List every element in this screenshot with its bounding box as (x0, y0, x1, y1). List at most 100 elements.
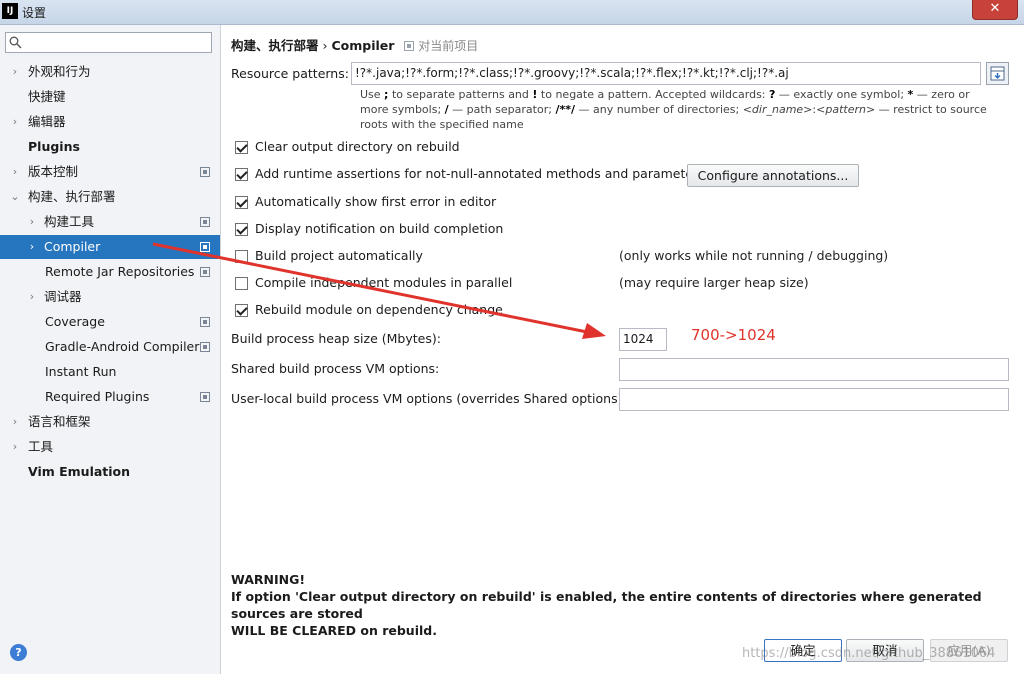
page-title: Compiler (331, 38, 395, 53)
project-scope-icon (404, 41, 415, 51)
clear-output-checkbox[interactable] (235, 141, 248, 154)
close-button[interactable]: ✕ (972, 0, 1018, 20)
warning-text-2: WILL BE CLEARED on rebuild. (231, 623, 437, 638)
project-scope-icon (200, 167, 210, 177)
sidebar-item-compiler[interactable]: › Compiler (0, 235, 220, 259)
sidebar-item-required-plugins[interactable]: Required Plugins (0, 385, 220, 409)
configure-annotations-button[interactable]: Configure annotations... (687, 164, 859, 187)
rebuild-on-dependency-label: Rebuild module on dependency change (255, 302, 503, 317)
sidebar-item-keymap[interactable]: 快捷键 (0, 85, 220, 109)
clear-output-label: Clear output directory on rebuild (255, 139, 460, 154)
project-scope-icon (200, 317, 210, 327)
settings-sidebar: › 外观和行为 快捷键 › 编辑器 Plugins › 版本控制 ⌄ 构建、执行… (0, 25, 221, 674)
build-automatically-label: Build project automatically (255, 248, 423, 263)
chevron-right-icon: › (12, 115, 18, 128)
help-icon[interactable]: ? (10, 644, 27, 661)
user-vm-options-input[interactable] (619, 388, 1009, 411)
sidebar-item-label: Gradle-Android Compiler (45, 339, 200, 354)
title-bar: IJ 设置 ✕ (0, 0, 1024, 25)
sidebar-item-remote-jar-repositories[interactable]: Remote Jar Repositories (0, 260, 220, 284)
chevron-right-icon: › (12, 65, 18, 78)
runtime-assertions-label: Add runtime assertions for not-null-anno… (255, 166, 705, 181)
sidebar-item-label: 版本控制 (28, 164, 79, 179)
sidebar-item-label: 快捷键 (28, 89, 66, 104)
warning-text: If option 'Clear output directory on reb… (231, 589, 982, 621)
sidebar-item-instant-run[interactable]: Instant Run (0, 360, 220, 384)
sidebar-item-vim-emulation[interactable]: Vim Emulation (0, 460, 220, 484)
user-vm-options-label: User-local build process VM options (ove… (231, 391, 627, 406)
build-automatically-note: (only works while not running / debuggin… (619, 248, 889, 263)
sidebar-item-editor[interactable]: › 编辑器 (0, 110, 220, 134)
breadcrumb-separator: › (322, 38, 328, 53)
sidebar-item-label: 调试器 (44, 289, 82, 304)
parallel-compile-label: Compile independent modules in parallel (255, 275, 513, 290)
sidebar-item-label: Vim Emulation (28, 464, 131, 479)
shared-vm-options-label: Shared build process VM options: (231, 361, 440, 376)
project-scope-icon (200, 392, 210, 402)
breadcrumb-parent: 构建、执行部署 (231, 38, 319, 53)
project-scope-text: 对当前项目 (418, 39, 479, 53)
show-first-error-label: Automatically show first error in editor (255, 194, 497, 209)
sidebar-item-label: 编辑器 (28, 114, 66, 129)
sidebar-item-gradle-android-compiler[interactable]: Gradle-Android Compiler (0, 335, 220, 359)
sidebar-item-languages-frameworks[interactable]: › 语言和框架 (0, 410, 220, 434)
shared-vm-options-input[interactable] (619, 358, 1009, 381)
sidebar-item-label: Plugins (28, 139, 80, 154)
build-notification-checkbox[interactable] (235, 223, 248, 236)
sidebar-item-debugger[interactable]: › 调试器 (0, 285, 220, 309)
sidebar-item-label: 语言和框架 (28, 414, 91, 429)
expand-field-button[interactable] (986, 62, 1009, 85)
chevron-right-icon: › (29, 240, 35, 253)
parallel-compile-note: (may require larger heap size) (619, 275, 809, 290)
chevron-right-icon: › (12, 165, 18, 178)
project-scope-label: 对当前项目 (404, 39, 478, 53)
sidebar-item-label: 构建工具 (44, 214, 95, 229)
sidebar-item-build-tools[interactable]: › 构建工具 (0, 210, 220, 234)
search-input[interactable] (5, 32, 212, 53)
heap-size-annotation: 700->1024 (691, 326, 776, 344)
sidebar-item-label: 工具 (28, 439, 54, 454)
sidebar-item-version-control[interactable]: › 版本控制 (0, 160, 220, 184)
breadcrumb: 构建、执行部署 › Compiler 对当前项目 (231, 35, 478, 54)
window-title: 设置 (22, 6, 47, 20)
chevron-right-icon: › (29, 290, 35, 303)
runtime-assertions-checkbox[interactable] (235, 168, 248, 181)
build-automatically-checkbox[interactable] (235, 250, 248, 263)
build-notification-label: Display notification on build completion (255, 221, 504, 236)
expand-icon (990, 66, 1005, 81)
sidebar-item-label: Compiler (44, 239, 101, 254)
search-icon (9, 36, 22, 49)
heap-size-label: Build process heap size (Mbytes): (231, 331, 441, 346)
sidebar-item-tools[interactable]: › 工具 (0, 435, 220, 459)
intellij-logo-icon: IJ (2, 3, 18, 19)
resource-patterns-label: Resource patterns: (231, 66, 349, 81)
chevron-right-icon: › (12, 415, 18, 428)
warning-title: WARNING! (231, 572, 306, 587)
sidebar-item-appearance[interactable]: › 外观和行为 (0, 60, 220, 84)
sidebar-item-label: Coverage (45, 314, 105, 329)
rebuild-on-dependency-checkbox[interactable] (235, 304, 248, 317)
parallel-compile-checkbox[interactable] (235, 277, 248, 290)
resource-patterns-input[interactable]: !?*.java;!?*.form;!?*.class;!?*.groovy;!… (351, 62, 981, 85)
warning-message: WARNING! If option 'Clear output directo… (231, 571, 1016, 639)
sidebar-item-label: Required Plugins (45, 389, 150, 404)
resource-patterns-hint: Use ; to separate patterns and ! to nega… (360, 88, 987, 131)
project-scope-icon (200, 217, 210, 227)
project-scope-icon (200, 242, 210, 252)
sidebar-item-label: 外观和行为 (28, 64, 91, 79)
chevron-down-icon: ⌄ (10, 190, 20, 203)
project-scope-icon (200, 342, 210, 352)
sidebar-item-label: Instant Run (45, 364, 117, 379)
chevron-right-icon: › (29, 215, 35, 228)
show-first-error-checkbox[interactable] (235, 196, 248, 209)
chevron-right-icon: › (12, 440, 18, 453)
sidebar-item-label: 构建、执行部署 (28, 189, 116, 204)
sidebar-item-label: Remote Jar Repositories (45, 264, 195, 279)
watermark-text: https://blog.csdn.net/github_38861064 (742, 646, 996, 661)
project-scope-icon (200, 267, 210, 277)
sidebar-item-build-execution-deployment[interactable]: ⌄ 构建、执行部署 (0, 185, 220, 209)
sidebar-item-coverage[interactable]: Coverage (0, 310, 220, 334)
compiler-settings-panel: 构建、执行部署 › Compiler 对当前项目 Resource patter… (221, 25, 1024, 674)
heap-size-input[interactable]: 1024 (619, 328, 667, 351)
sidebar-item-plugins[interactable]: Plugins (0, 135, 220, 159)
